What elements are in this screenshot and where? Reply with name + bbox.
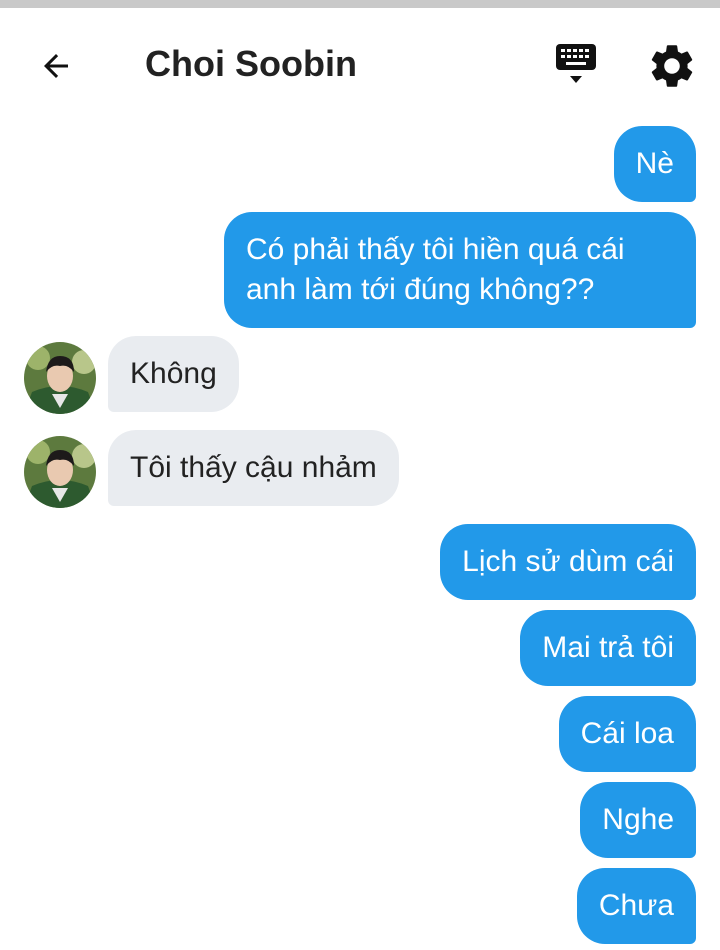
contact-avatar[interactable] xyxy=(24,436,96,508)
keyboard-icon xyxy=(556,44,596,83)
outgoing-message[interactable]: Mai trả tôi xyxy=(520,610,696,686)
settings-gear-icon xyxy=(651,45,693,87)
status-bar-strip xyxy=(0,0,720,8)
incoming-message[interactable]: Tôi thấy cậu nhảm xyxy=(108,430,399,506)
avatar-photo xyxy=(24,436,96,508)
outgoing-message[interactable]: Có phải thấy tôi hiền quá cái anh làm tớ… xyxy=(224,212,696,328)
contact-name-title: Choi Soobin xyxy=(145,43,357,84)
back-button[interactable] xyxy=(34,44,78,88)
keyboard-button[interactable] xyxy=(550,38,602,90)
contact-avatar[interactable] xyxy=(24,342,96,414)
outgoing-message[interactable]: Cái loa xyxy=(558,696,696,772)
outgoing-message[interactable]: Chưa xyxy=(576,868,696,944)
outgoing-message[interactable]: Lịch sử dùm cái xyxy=(440,524,696,600)
back-arrow-icon xyxy=(44,54,68,78)
settings-button[interactable] xyxy=(646,40,698,92)
chat-header: Choi Soobin xyxy=(0,8,720,120)
avatar-photo xyxy=(24,342,96,414)
outgoing-message[interactable]: Nghe xyxy=(580,782,696,858)
incoming-message[interactable]: Không xyxy=(108,336,239,412)
outgoing-message[interactable]: Nè xyxy=(613,126,696,202)
